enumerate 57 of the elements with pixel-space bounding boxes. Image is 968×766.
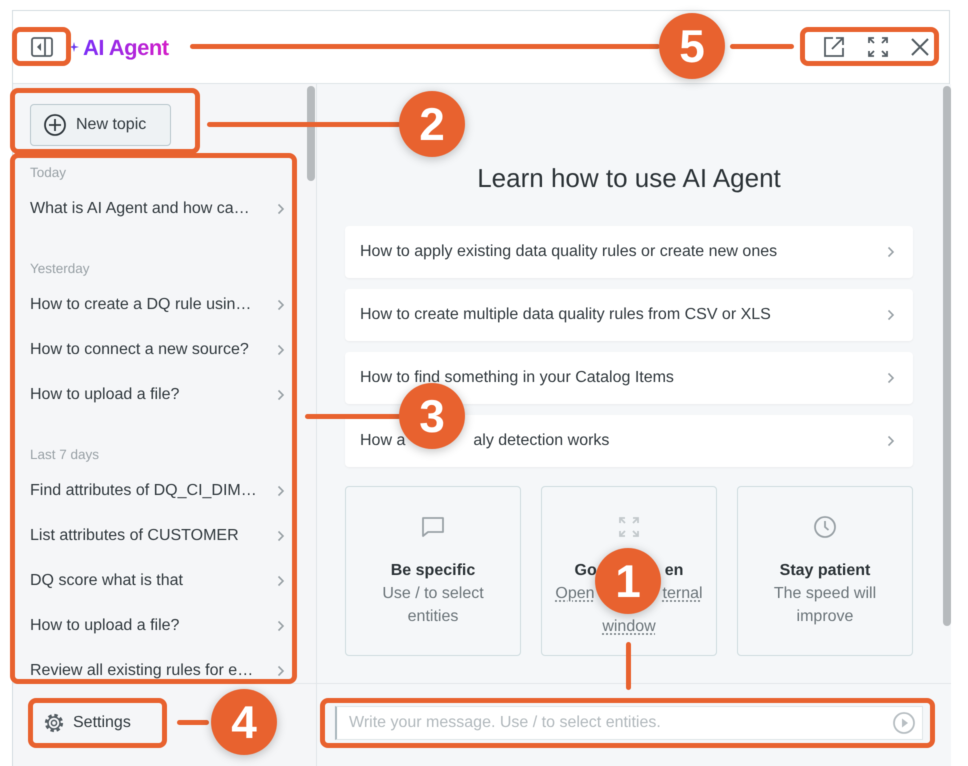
scrollbar-thumb[interactable]	[307, 86, 315, 181]
history-item[interactable]: How to upload a file?	[13, 603, 301, 648]
tip-text: The speed will improve	[772, 584, 878, 627]
highlight-frame	[12, 27, 71, 66]
chevron-right-icon	[277, 664, 285, 676]
chevron-right-icon	[277, 344, 285, 356]
section-title: Learn how to use AI Agent	[476, 162, 782, 195]
chevron-right-icon	[277, 484, 285, 496]
chevron-right-icon	[887, 309, 895, 321]
history-item[interactable]: List attributes of CUSTOMER	[13, 513, 301, 558]
external-window-link[interactable]: ternal	[662, 582, 703, 605]
tip-title: en	[664, 561, 684, 581]
external-window-link[interactable]: Open	[555, 582, 595, 605]
chevron-right-icon	[277, 620, 285, 632]
history-item[interactable]: How to connect a new source?	[13, 327, 301, 372]
chevron-right-icon	[887, 372, 895, 384]
guide-item[interactable]: How to apply existing data quality rules or create new ones	[345, 226, 913, 278]
leader-line	[626, 642, 631, 690]
leader-line	[177, 720, 209, 725]
chevron-right-icon	[277, 202, 285, 214]
fullscreen-icon[interactable]	[867, 36, 889, 58]
chat-icon	[421, 516, 445, 538]
tip-title: Go	[574, 561, 597, 581]
group-label: Yesterday	[29, 260, 91, 278]
chevron-right-icon	[277, 574, 285, 586]
open-external-icon[interactable]	[823, 36, 845, 58]
chevron-right-icon	[277, 530, 285, 542]
clock-icon	[813, 515, 837, 539]
chevron-right-icon	[887, 435, 895, 447]
history-item[interactable]: Review all existing rules for e…	[13, 648, 301, 683]
chevron-right-icon	[277, 298, 285, 310]
tip-text: Use / to select entities	[381, 584, 485, 627]
sparkle-icon	[69, 42, 79, 52]
history-item[interactable]: DQ score what is that	[13, 558, 301, 603]
chevron-right-icon	[277, 388, 285, 400]
leader-line	[730, 44, 794, 49]
history-item[interactable]: How to upload a file?	[13, 372, 301, 417]
history-item[interactable]: Find attributes of DQ_CI_DIM…	[13, 468, 301, 513]
guide-item[interactable]: How to create multiple data quality rules from CSV or XLS	[345, 289, 913, 341]
expand-icon	[618, 516, 640, 538]
group-label: Today	[29, 164, 68, 182]
chevron-right-icon	[887, 246, 895, 258]
sidebar-toggle-icon[interactable]	[31, 37, 53, 57]
tip-title: Stay patient	[780, 561, 870, 581]
settings-button[interactable]: Settings	[39, 706, 135, 740]
message-field[interactable]: Write your message. Use / to select entities.	[335, 706, 923, 740]
external-window-link[interactable]: window	[602, 615, 656, 638]
scrollbar-thumb[interactable]	[943, 86, 951, 626]
settings-icon	[43, 712, 65, 734]
tip-title: Be specific	[390, 561, 476, 581]
new-topic-button[interactable]: New topic	[30, 104, 171, 146]
group-label: Last 7 days	[29, 446, 100, 464]
close-icon[interactable]	[911, 38, 929, 56]
history-item[interactable]: How to create a DQ rule usin…	[13, 282, 301, 327]
history-item[interactable]: What is AI Agent and how ca…	[13, 186, 301, 231]
plus-circle-icon	[43, 113, 67, 137]
callout-number: 5	[659, 13, 725, 79]
